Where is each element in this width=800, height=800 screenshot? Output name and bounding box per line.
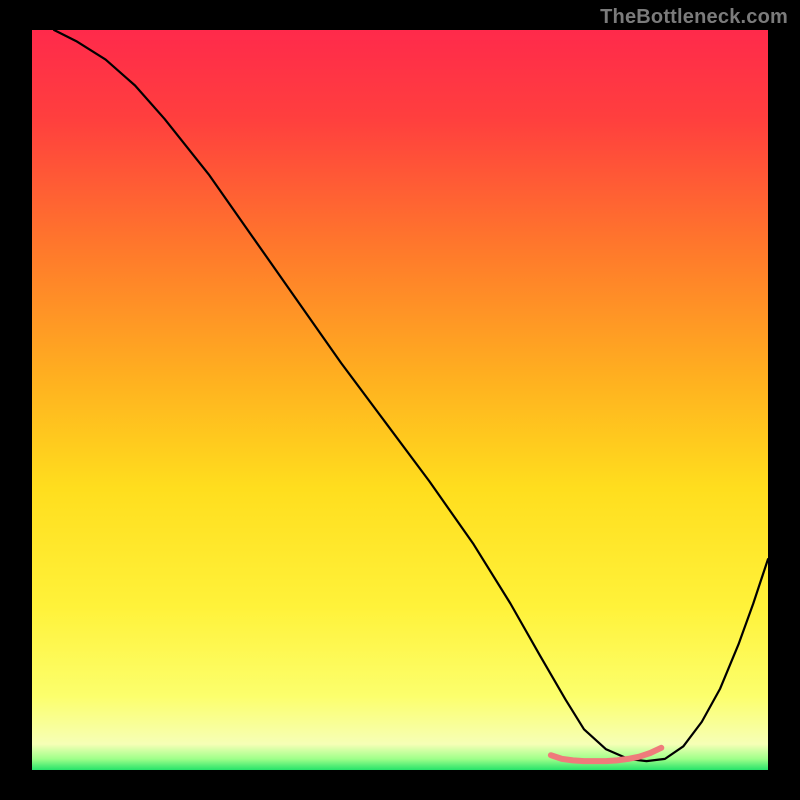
gradient-bg bbox=[32, 30, 768, 770]
plot-area bbox=[32, 30, 768, 770]
chart-svg bbox=[32, 30, 768, 770]
chart-frame: TheBottleneck.com bbox=[0, 0, 800, 800]
watermark-label: TheBottleneck.com bbox=[600, 6, 788, 29]
